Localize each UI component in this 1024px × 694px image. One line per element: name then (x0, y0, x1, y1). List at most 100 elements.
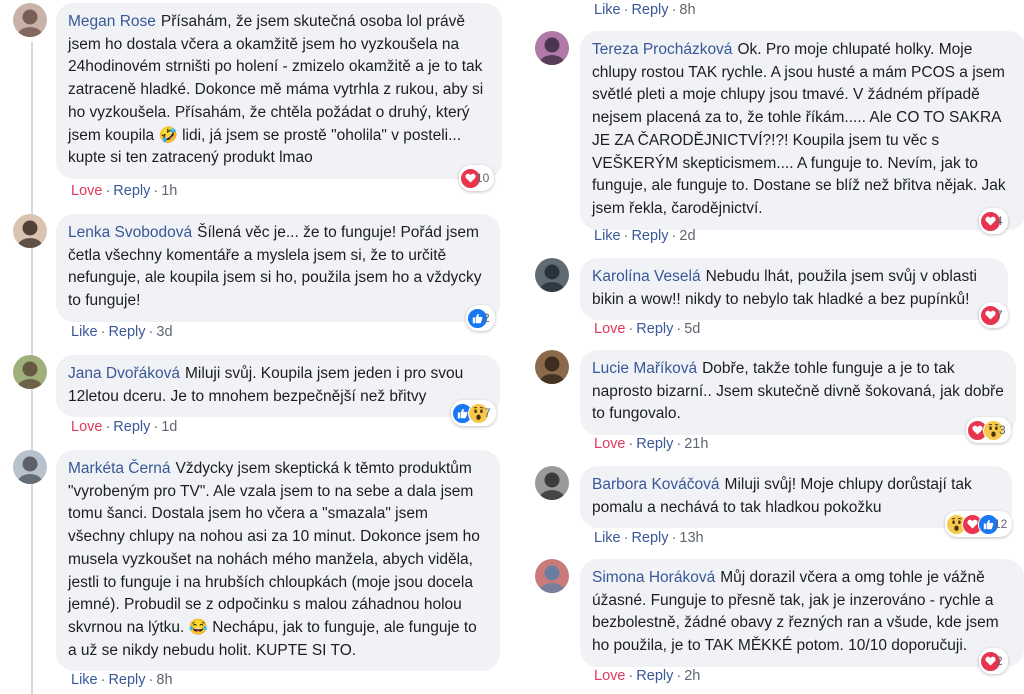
separator-dot: · (623, 530, 629, 546)
avatar-image (535, 31, 569, 65)
avatar[interactable] (13, 450, 47, 484)
avatar-image (535, 559, 569, 593)
commenter-name[interactable]: Karolína Veselá (592, 268, 701, 285)
reaction-summary[interactable]: 2 (466, 305, 495, 331)
left-comment-column: Megan Rose Přísahám, že jsem skutečná oso… (0, 0, 512, 694)
comment-timestamp[interactable]: 1h (161, 183, 177, 199)
reply-button[interactable]: Reply (631, 530, 668, 546)
reaction-summary[interactable]: 3 (966, 417, 1011, 443)
comment-timestamp[interactable]: 21h (684, 436, 708, 452)
like-button[interactable]: Like (594, 2, 621, 18)
comment-bubble: Markéta Černá Vždycky jsem skeptická k tě… (56, 450, 500, 672)
avatar[interactable] (535, 258, 569, 292)
comment-timestamp[interactable]: 8h (679, 2, 695, 18)
reaction-summary[interactable]: 7 (979, 302, 1008, 328)
reaction-count: 12 (994, 517, 1008, 531)
avatar-image (535, 466, 569, 500)
reply-button[interactable]: Reply (636, 668, 673, 684)
separator-dot: · (148, 672, 154, 688)
love-button[interactable]: Love (71, 419, 102, 435)
reaction-count: 4 (996, 214, 1003, 228)
comment-actions: Like · Reply · 8h (71, 672, 173, 688)
avatar-image (13, 3, 47, 37)
commenter-name[interactable]: Jana Dvořáková (68, 365, 180, 382)
comment-bubble: Lucie Maříková Dobře, takže tohle funguje… (580, 350, 1016, 436)
separator-dot: · (628, 321, 634, 337)
commenter-name[interactable]: Megan Rose (68, 13, 156, 30)
separator-dot: · (671, 228, 677, 244)
reaction-summary[interactable]: 4 (979, 208, 1008, 234)
love-button[interactable]: Love (594, 321, 625, 337)
reply-button[interactable]: Reply (631, 2, 668, 18)
avatar[interactable] (535, 559, 569, 593)
avatar-image (13, 450, 47, 484)
comment-timestamp[interactable]: 2d (679, 228, 695, 244)
comment-bubble: Lenka Svobodová Šílená věc je... že to fu… (56, 214, 500, 322)
comment-text: Přísahám, že jsem skutečná osoba lol prá… (68, 13, 484, 167)
separator-dot: · (100, 324, 106, 340)
reply-button[interactable]: Reply (108, 324, 145, 340)
comment-actions: Like · Reply · 8h (594, 2, 696, 18)
comment-actions: Love · Reply · 2h (594, 668, 700, 684)
reply-button[interactable]: Reply (636, 436, 673, 452)
comment-timestamp[interactable]: 1d (161, 419, 177, 435)
separator-dot: · (623, 2, 629, 18)
like-button[interactable]: Like (71, 672, 98, 688)
reaction-count: 2 (996, 654, 1003, 668)
reply-button[interactable]: Reply (108, 672, 145, 688)
comment-timestamp[interactable]: 8h (156, 672, 172, 688)
reply-button[interactable]: Reply (113, 419, 150, 435)
reaction-count: 10 (476, 171, 490, 185)
comment-bubble: Simona Horáková Můj dorazil včera a omg t… (580, 559, 1024, 667)
comment-actions: Like · Reply · 2d (594, 228, 696, 244)
like-button[interactable]: Like (594, 228, 621, 244)
like-button[interactable]: Like (594, 530, 621, 546)
separator-dot: · (623, 228, 629, 244)
comment-text: Vždycky jsem skeptická k těmto produktům… (68, 460, 480, 659)
avatar[interactable] (535, 350, 569, 384)
avatar[interactable] (535, 466, 569, 500)
separator-dot: · (148, 324, 154, 340)
avatar[interactable] (13, 355, 47, 389)
love-button[interactable]: Love (594, 436, 625, 452)
reaction-count: 7 (996, 308, 1003, 322)
comment-actions: Like · Reply · 13h (594, 530, 704, 546)
avatar[interactable] (13, 3, 47, 37)
love-button[interactable]: Love (71, 183, 102, 199)
avatar-image (535, 350, 569, 384)
comment-timestamp[interactable]: 13h (679, 530, 703, 546)
separator-dot: · (153, 419, 159, 435)
reaction-summary[interactable]: 10 (459, 165, 495, 191)
comment-bubble: Karolína Veselá Nebudu lhát, použila jsem… (580, 258, 1008, 321)
commenter-name[interactable]: Barbora Kováčová (592, 476, 720, 493)
comment-timestamp[interactable]: 2h (684, 668, 700, 684)
commenter-name[interactable]: Lenka Svobodová (68, 224, 192, 241)
like-button[interactable]: Like (71, 324, 98, 340)
comment-timestamp[interactable]: 5d (684, 321, 700, 337)
commenter-name[interactable]: Simona Horáková (592, 569, 715, 586)
comment-bubble: Megan Rose Přísahám, že jsem skutečná oso… (56, 3, 502, 179)
separator-dot: · (676, 321, 682, 337)
reaction-count: 3 (999, 423, 1006, 437)
separator-dot: · (105, 183, 111, 199)
avatar[interactable] (13, 214, 47, 248)
reply-button[interactable]: Reply (636, 321, 673, 337)
commenter-name[interactable]: Markéta Černá (68, 460, 171, 477)
comment-actions: Love · Reply · 5d (594, 321, 700, 337)
reaction-summary[interactable]: 7 (451, 400, 496, 426)
reaction-summary[interactable]: 2 (979, 648, 1008, 674)
separator-dot: · (100, 672, 106, 688)
commenter-name[interactable]: Lucie Maříková (592, 360, 697, 377)
avatar-image (13, 214, 47, 248)
avatar[interactable] (535, 31, 569, 65)
reaction-count: 2 (483, 311, 490, 325)
separator-dot: · (628, 436, 634, 452)
comment-timestamp[interactable]: 3d (156, 324, 172, 340)
reaction-summary[interactable]: 12 (945, 511, 1013, 537)
reply-button[interactable]: Reply (113, 183, 150, 199)
avatar-image (535, 258, 569, 292)
commenter-name[interactable]: Tereza Procházková (592, 41, 732, 58)
comment-bubble: Jana Dvořáková Miluji svůj. Koupila jsem … (56, 355, 500, 418)
reply-button[interactable]: Reply (631, 228, 668, 244)
love-button[interactable]: Love (594, 668, 625, 684)
